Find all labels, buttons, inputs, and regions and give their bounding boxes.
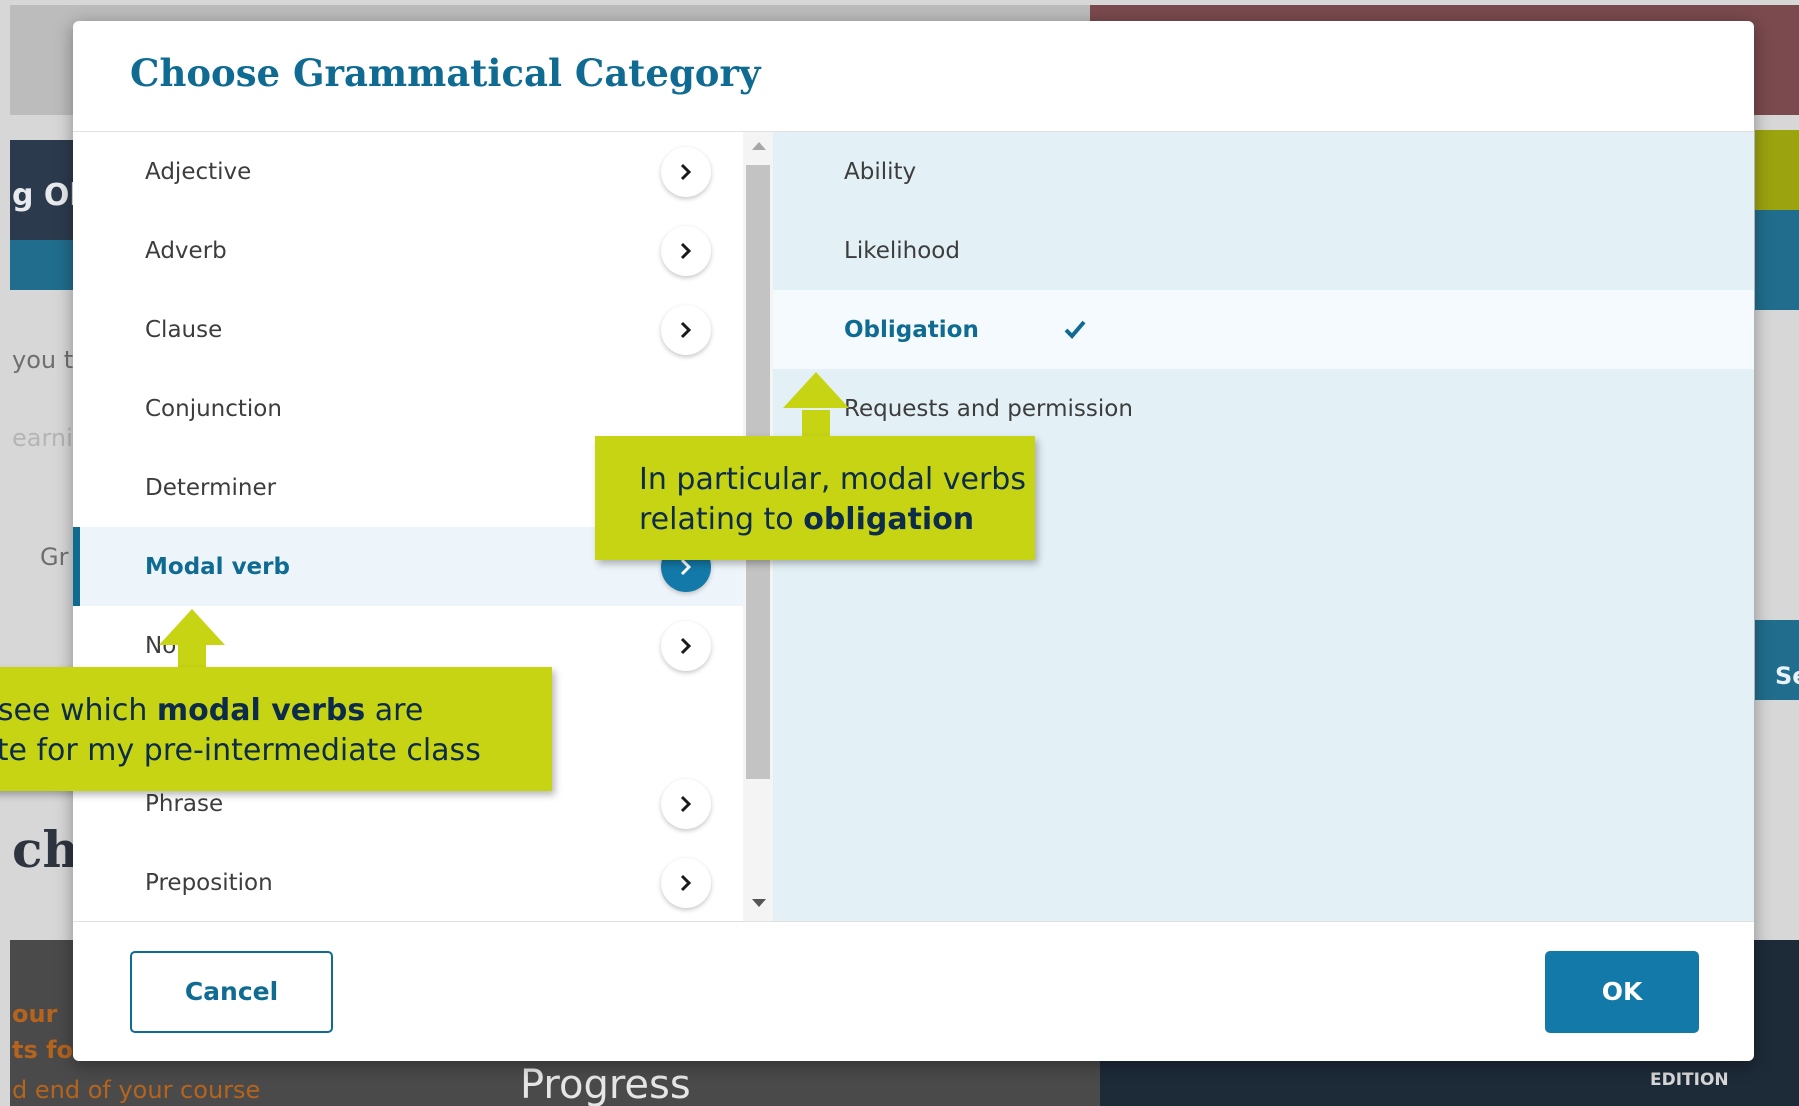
background-fragment: our bbox=[12, 1000, 58, 1028]
background-search-button: Se bbox=[1755, 620, 1799, 700]
category-label: Preposition bbox=[145, 869, 273, 896]
category-label: Phrase bbox=[145, 790, 224, 817]
category-label: Conjunction bbox=[145, 395, 282, 422]
callout-text: relating to bbox=[639, 502, 804, 537]
callout-arrow-stem bbox=[802, 410, 830, 438]
subcategory-item-obligation[interactable]: Obligation bbox=[773, 290, 1754, 369]
tooltip-callout-modal-verbs: o see which modal verbs are iate for my … bbox=[0, 667, 552, 791]
chevron-right-icon[interactable] bbox=[661, 621, 711, 671]
callout-arrow-up-icon bbox=[783, 372, 849, 408]
footer-divider bbox=[73, 921, 1754, 922]
category-label: Clause bbox=[145, 316, 223, 343]
scroll-up-arrow-icon[interactable] bbox=[752, 142, 766, 150]
callout-text: o see which bbox=[0, 693, 148, 728]
chevron-right-icon[interactable] bbox=[661, 779, 711, 829]
ok-button[interactable]: OK bbox=[1545, 951, 1699, 1033]
category-label: Modal verb bbox=[145, 553, 290, 580]
background-fragment: ch bbox=[12, 820, 79, 879]
callout-arrow-stem bbox=[178, 645, 206, 669]
subcategory-label: Likelihood bbox=[844, 237, 960, 264]
chevron-right-icon[interactable] bbox=[661, 147, 711, 197]
callout-bold-text: modal verbs bbox=[156, 693, 366, 728]
background-fragment: Se bbox=[1775, 662, 1799, 690]
callout-arrow-up-icon bbox=[159, 609, 225, 645]
category-item-adverb[interactable]: Adverb bbox=[73, 211, 743, 290]
callout-text: are bbox=[365, 693, 424, 728]
background-fragment: earni bbox=[12, 424, 73, 452]
callout-line: In particular, modal verbs bbox=[639, 462, 1026, 497]
check-icon bbox=[1064, 320, 1086, 339]
scroll-down-arrow-icon[interactable] bbox=[752, 899, 766, 907]
category-item-preposition[interactable]: Preposition bbox=[73, 843, 743, 921]
background-fragment: ts fo bbox=[12, 1036, 74, 1064]
subcategory-item-likelihood[interactable]: Likelihood bbox=[773, 211, 1754, 290]
background-fragment: Gr bbox=[40, 543, 69, 571]
chevron-right-icon[interactable] bbox=[661, 226, 711, 276]
subcategory-label: Obligation bbox=[844, 316, 979, 343]
background-right-blue bbox=[1755, 210, 1799, 310]
background-fragment: d end of your course bbox=[12, 1076, 261, 1104]
tooltip-callout-obligation: In particular, modal verbs relating to o… bbox=[595, 436, 1035, 560]
background-right-yellow bbox=[1755, 130, 1799, 210]
cancel-button[interactable]: Cancel bbox=[130, 951, 333, 1033]
category-label: Determiner bbox=[145, 474, 277, 501]
category-item-adjective[interactable]: Adjective bbox=[73, 132, 743, 211]
selection-indicator bbox=[73, 527, 80, 606]
dialog-title: Choose Grammatical Category bbox=[130, 51, 761, 95]
callout-line: iate for my pre-intermediate class bbox=[0, 733, 481, 768]
background-fragment: Progress bbox=[520, 1062, 691, 1106]
callout-line: relating to obligation bbox=[639, 500, 974, 540]
callout-line: o see which modal verbs are bbox=[0, 691, 423, 731]
chevron-right-icon[interactable] bbox=[661, 305, 711, 355]
category-item-clause[interactable]: Clause bbox=[73, 290, 743, 369]
chevron-right-icon[interactable] bbox=[661, 858, 711, 908]
subcategory-item-ability[interactable]: Ability bbox=[773, 132, 1754, 211]
background-fragment: EDITION bbox=[1650, 1070, 1729, 1090]
background-nav-strip bbox=[10, 240, 74, 290]
subcategory-label: Ability bbox=[844, 158, 917, 185]
callout-bold-text: obligation bbox=[803, 502, 975, 537]
category-label: Adjective bbox=[145, 158, 252, 185]
subcategory-label: Requests and permission bbox=[844, 395, 1133, 422]
category-label: Adverb bbox=[145, 237, 227, 264]
